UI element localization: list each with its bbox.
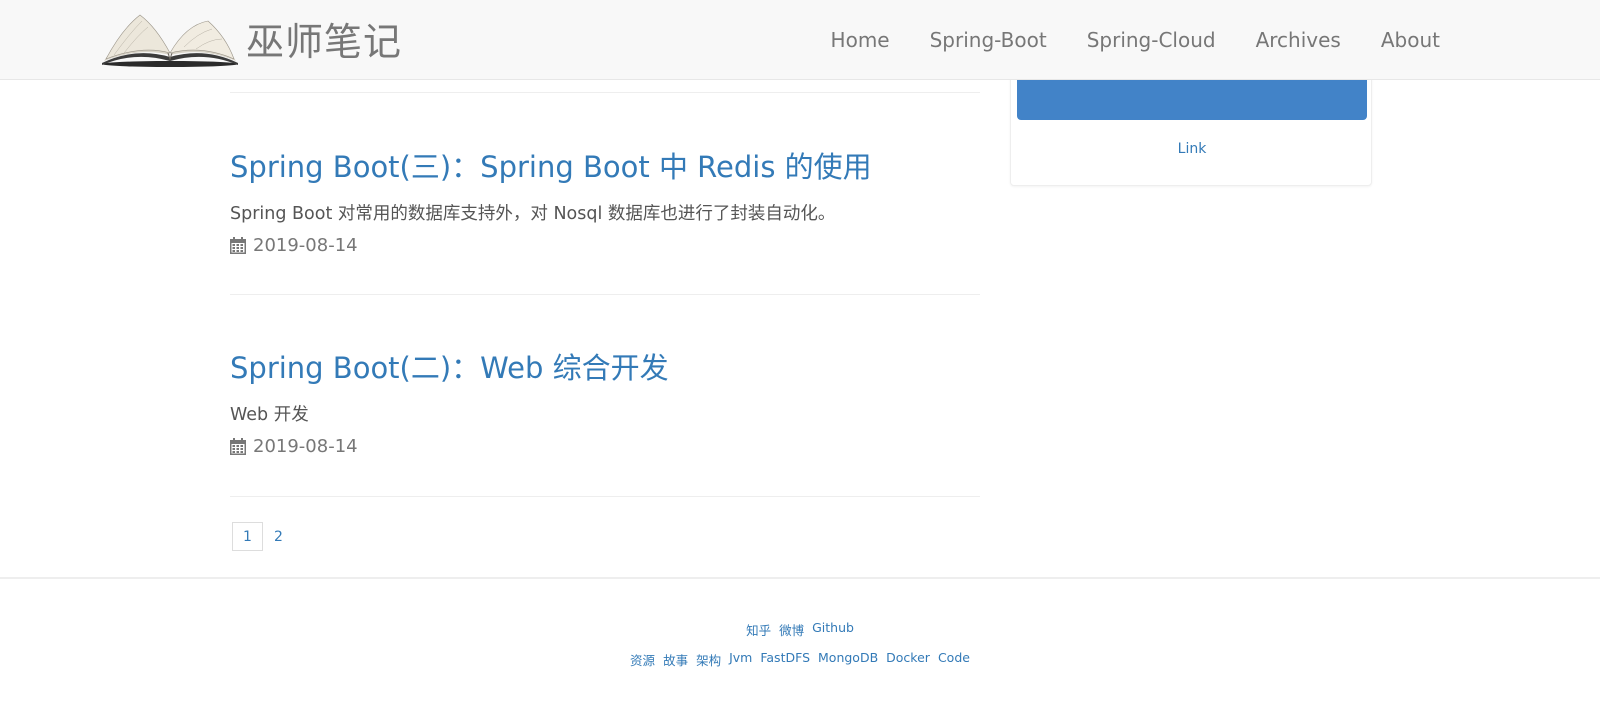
- footer-topic-links: 资源 故事 架构 Jvm FastDFS MongoDB Docker Code: [0, 650, 1600, 669]
- footer-link-weibo[interactable]: 微博: [779, 620, 804, 639]
- open-book-logo: [102, 14, 238, 67]
- nav-archives[interactable]: Archives: [1256, 28, 1341, 52]
- brand-link[interactable]: 巫师笔记: [100, 6, 402, 70]
- post-item: Spring Boot(三)：Spring Boot 中 Redis 的使用 S…: [230, 144, 980, 256]
- post-title-link[interactable]: Spring Boot(三)：Spring Boot 中 Redis 的使用: [230, 144, 980, 186]
- brand-title: 巫师笔记: [246, 19, 403, 64]
- footer-link-github[interactable]: Github: [812, 620, 854, 639]
- footer-divider: [0, 577, 1600, 579]
- calendar-icon: [230, 438, 246, 455]
- footer-social-links: 知乎 微博 Github: [0, 620, 1600, 639]
- post-date: 2019-08-14: [253, 436, 358, 457]
- pagination: 1 2: [232, 522, 294, 551]
- page-1-link[interactable]: 1: [232, 522, 263, 551]
- post-title-link[interactable]: Spring Boot(二)：Web 综合开发: [230, 345, 980, 387]
- navbar: 巫师笔记 Home Spring-Boot Spring-Cloud Archi…: [0, 0, 1600, 80]
- footer-link-jvm[interactable]: Jvm: [729, 650, 752, 669]
- post-divider: [230, 92, 980, 93]
- footer-link-resources[interactable]: 资源: [630, 650, 655, 669]
- nav-about[interactable]: About: [1381, 28, 1440, 52]
- nav-spring-cloud[interactable]: Spring-Cloud: [1087, 28, 1216, 52]
- post-meta: 2019-08-14: [230, 436, 980, 457]
- footer-link-stories[interactable]: 故事: [663, 650, 688, 669]
- post-summary: Web 开发: [230, 405, 309, 425]
- footer-link-code[interactable]: Code: [938, 650, 970, 669]
- nav-spring-boot[interactable]: Spring-Boot: [930, 28, 1047, 52]
- footer-link-architecture[interactable]: 架构: [696, 650, 721, 669]
- post-divider: [230, 294, 980, 295]
- post-summary: Spring Boot 对常用的数据库支持外，对 Nosql 数据库也进行了封装…: [230, 204, 836, 224]
- nav-home[interactable]: Home: [831, 28, 890, 52]
- post-meta: 2019-08-14: [230, 235, 980, 256]
- post-item: Spring Boot(二)：Web 综合开发 Web 开发 2019-08-1…: [230, 345, 980, 457]
- post-date: 2019-08-14: [253, 235, 358, 256]
- post-divider: [230, 496, 980, 497]
- main-nav: Home Spring-Boot Spring-Cloud Archives A…: [791, 0, 1440, 80]
- footer-link-mongodb[interactable]: MongoDB: [818, 650, 878, 669]
- sidebar-link[interactable]: Link: [1011, 141, 1373, 157]
- footer-link-docker[interactable]: Docker: [886, 650, 930, 669]
- page-2-link[interactable]: 2: [263, 522, 294, 551]
- footer-link-fastdfs[interactable]: FastDFS: [760, 650, 810, 669]
- calendar-icon: [230, 237, 246, 254]
- footer-link-zhihu[interactable]: 知乎: [746, 620, 771, 639]
